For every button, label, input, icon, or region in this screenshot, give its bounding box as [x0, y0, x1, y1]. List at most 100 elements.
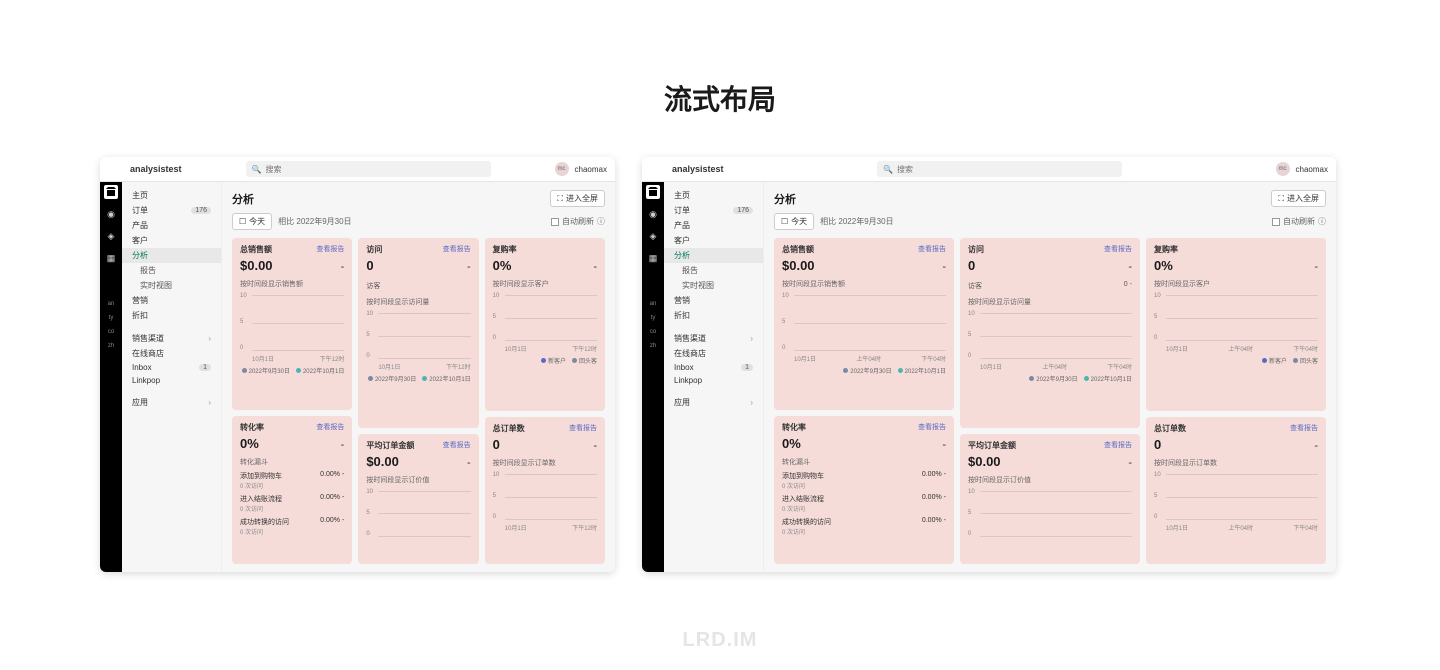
search-input[interactable] [897, 165, 1116, 174]
funnel-step-label: 进入结账流程 [782, 494, 824, 504]
view-report-link[interactable]: 查看报告 [443, 244, 471, 254]
funnel-step-sub: 0 次访问 [240, 504, 282, 513]
tag-icon[interactable]: ◈ [104, 229, 118, 243]
visits-card: 访问查看报告 0- 访客 按时间段显示访问量 1050 10月1日下午12时 2… [358, 238, 478, 428]
funnel-delta: - [944, 471, 946, 478]
legend-label: 2022年9月30日 [375, 374, 416, 383]
nav-marketing[interactable]: 营销 [122, 293, 221, 308]
nav-marketing[interactable]: 营销 [664, 293, 763, 308]
nav-discounts[interactable]: 折扣 [122, 308, 221, 323]
x-tick: 10月1日 [1166, 523, 1188, 532]
card-title: 总销售额 [782, 244, 814, 255]
nav-products[interactable]: 产品 [664, 218, 763, 233]
nav-orders[interactable]: 订单176 [122, 203, 221, 218]
y-tick: 5 [968, 332, 975, 338]
avatar[interactable]: mc [1276, 162, 1290, 176]
gauge-icon[interactable]: ◉ [646, 207, 660, 221]
card-desc: 按时间段显示订单数 [1154, 458, 1318, 468]
view-report-link[interactable]: 查看报告 [1104, 440, 1132, 450]
nav-inbox[interactable]: Inbox1 [122, 361, 221, 374]
nav-online-store[interactable]: 在线商店 [664, 346, 763, 361]
sales-chart: 1050 10月1日下午12时 [240, 293, 344, 363]
nav-apps[interactable]: 应用› [122, 395, 221, 410]
nav-products[interactable]: 产品 [122, 218, 221, 233]
view-report-link[interactable]: 查看报告 [443, 440, 471, 450]
checkbox-icon[interactable] [551, 218, 559, 226]
checkbox-icon[interactable] [1272, 218, 1280, 226]
funnel-row: 成功转换的访问0 次访问0.00% - [240, 517, 344, 536]
nav-home[interactable]: 主页 [664, 188, 763, 203]
main-area: 分析 ⛶进入全屏 ☐今天 相比 2022年9月30日 自动刷新ⓘ 总销售额查看报… [764, 182, 1336, 572]
avatar[interactable]: mc [555, 162, 569, 176]
legend-dot [898, 368, 903, 373]
chevron-right-icon: › [750, 398, 753, 407]
funnel-step-sub: 0 次访问 [782, 504, 824, 513]
funnel-delta: - [944, 517, 946, 524]
nav-reports[interactable]: 报告 [122, 263, 221, 278]
search-icon: 🔍 [252, 165, 262, 174]
help-icon[interactable]: ⓘ [597, 216, 605, 227]
card-title: 访问 [366, 244, 382, 255]
search-box[interactable]: 🔍 [877, 161, 1122, 177]
visitors-delta: - [1130, 281, 1132, 288]
store-icon[interactable]: ▦ [646, 251, 660, 265]
view-report-link[interactable]: 查看报告 [1104, 244, 1132, 254]
nav-reports[interactable]: 报告 [664, 263, 763, 278]
date-picker-button[interactable]: ☐今天 [774, 213, 814, 230]
nav-linkpop[interactable]: Linkpop [664, 374, 763, 387]
nav-inbox[interactable]: Inbox1 [664, 361, 763, 374]
help-icon[interactable]: ⓘ [1318, 216, 1326, 227]
nav-linkpop[interactable]: Linkpop [122, 374, 221, 387]
orders-chart: 1050 10月1日上午04时下午04时 [1154, 472, 1318, 532]
view-report-link[interactable]: 查看报告 [918, 244, 946, 254]
nav-analytics[interactable]: 分析 [664, 248, 763, 263]
gauge-icon[interactable]: ◉ [104, 207, 118, 221]
view-report-link[interactable]: 查看报告 [316, 244, 344, 254]
nav-online-store[interactable]: 在线商店 [122, 346, 221, 361]
nav-analytics[interactable]: 分析 [122, 248, 221, 263]
nav-home[interactable]: 主页 [122, 188, 221, 203]
shop-icon[interactable] [646, 185, 660, 199]
legend-dot [422, 376, 427, 381]
tag-icon[interactable]: ◈ [646, 229, 660, 243]
y-tick: 5 [366, 510, 373, 516]
nav-discounts[interactable]: 折扣 [664, 308, 763, 323]
nav-sales-channel[interactable]: 销售渠道› [664, 331, 763, 346]
shop-icon[interactable] [104, 185, 118, 199]
rail-label: co [108, 329, 114, 335]
auto-refresh-toggle[interactable]: 自动刷新ⓘ [1272, 216, 1326, 227]
card-value: 0% [493, 258, 512, 273]
fullscreen-button[interactable]: ⛶进入全屏 [1271, 190, 1326, 207]
card-title: 转化率 [240, 422, 264, 433]
visitors-value: 0 [1124, 281, 1128, 288]
nav-live-view[interactable]: 实时视图 [122, 278, 221, 293]
view-report-link[interactable]: 查看报告 [316, 422, 344, 432]
date-picker-button[interactable]: ☐今天 [232, 213, 272, 230]
nav-orders[interactable]: 订单176 [664, 203, 763, 218]
y-tick: 5 [493, 314, 500, 320]
auto-refresh-toggle[interactable]: 自动刷新ⓘ [551, 216, 605, 227]
view-report-link[interactable]: 查看报告 [1290, 423, 1318, 433]
card-value: $0.00 [782, 258, 815, 273]
funnel-label: 转化漏斗 [240, 457, 344, 467]
nav-customers[interactable]: 客户 [122, 233, 221, 248]
nav-live-view[interactable]: 实时视图 [664, 278, 763, 293]
fullscreen-button[interactable]: ⛶进入全屏 [550, 190, 605, 207]
nav-sales-channel[interactable]: 销售渠道› [122, 331, 221, 346]
nav-apps[interactable]: 应用› [664, 395, 763, 410]
view-report-link[interactable]: 查看报告 [569, 423, 597, 433]
search-input[interactable] [266, 165, 485, 174]
card-title: 访问 [968, 244, 984, 255]
orders-chart: 1050 10月1日下午12时 [493, 472, 597, 532]
view-report-link[interactable]: 查看报告 [918, 422, 946, 432]
nav-customers[interactable]: 客户 [664, 233, 763, 248]
store-icon[interactable]: ▦ [104, 251, 118, 265]
funnel-step-sub: 0 次访问 [240, 527, 289, 536]
date-label: 今天 [791, 216, 807, 227]
card-desc: 按时间段显示客户 [493, 279, 597, 289]
date-label: 今天 [249, 216, 265, 227]
x-tick: 10月1日 [505, 344, 527, 353]
search-box[interactable]: 🔍 [246, 161, 491, 177]
x-tick: 10月1日 [378, 362, 400, 371]
nav-orders-label: 订单 [132, 205, 148, 216]
